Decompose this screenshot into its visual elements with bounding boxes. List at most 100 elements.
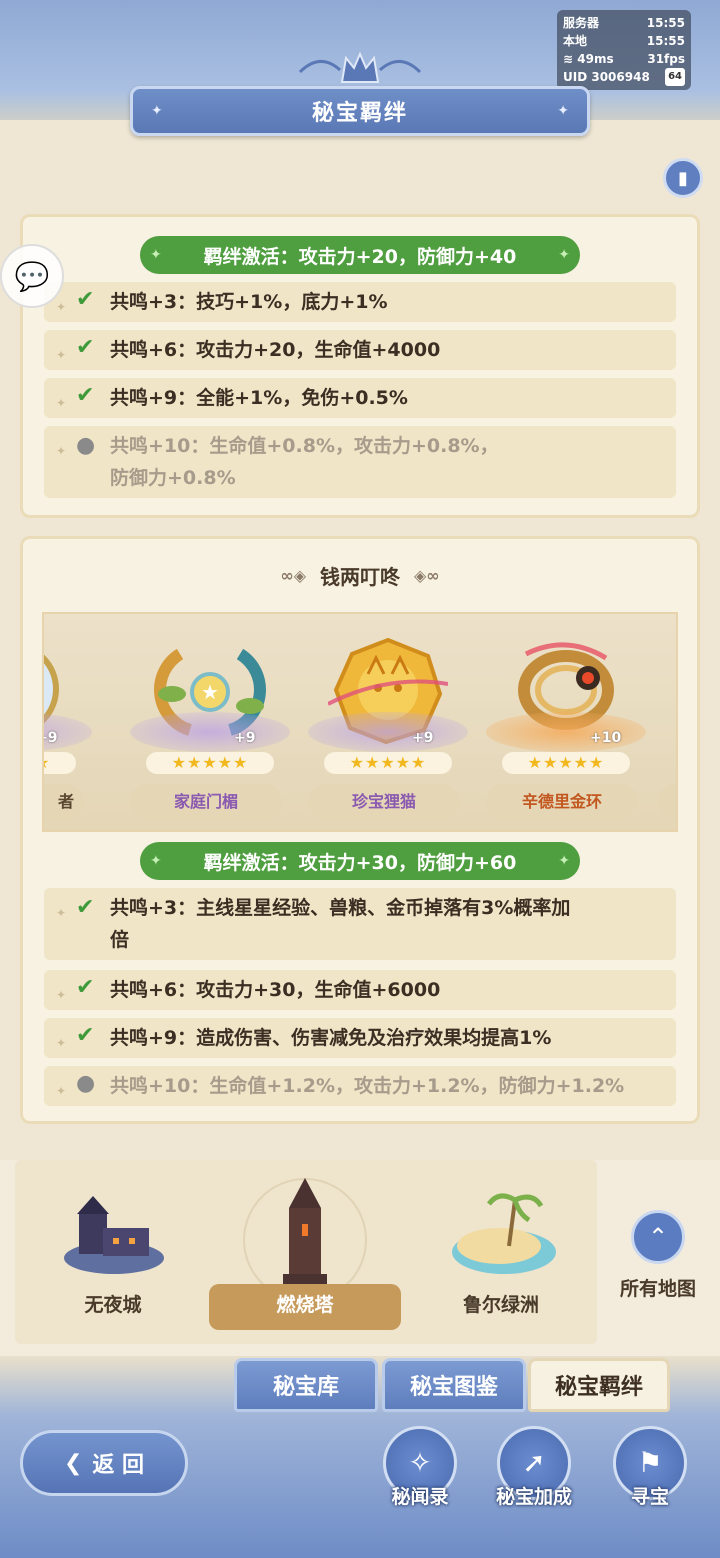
resonance-text: 共鸣+6：攻击力+30，生命值+6000 <box>110 979 441 1001</box>
chevron-up-icon: ⌃ <box>631 1210 685 1264</box>
treasure-card[interactable]: ★ +9 ★★★★★ 家庭门楣 <box>130 614 300 830</box>
book-icon-button[interactable]: ▮ <box>663 158 703 198</box>
ping-readout: ≋ 49ms <box>563 52 614 66</box>
status-overlay: 服务器 15:55 本地 15:55 ≋ 49ms 31fps UID 3006948… <box>557 10 691 90</box>
server-label: 服务器 <box>563 16 600 30</box>
checkmark-icon: ✔ <box>76 287 95 312</box>
lock-icon: ● <box>76 433 96 458</box>
treasure-bonus-button[interactable]: ➚ 秘宝加成 <box>494 1426 574 1536</box>
sparkle-icon: ✦ <box>56 988 67 1002</box>
sparkle-icon: ✦ <box>557 103 569 119</box>
server-time: 15:55 <box>646 16 685 30</box>
map-item-oasis[interactable]: 鲁尔绿洲 <box>411 1160 591 1344</box>
treasure-carousel[interactable]: +9 ★★★★★ 者 ★ +9 ★★★★★ 家庭门楣 <box>42 612 678 832</box>
sparkle-icon: ✦ <box>56 1084 67 1098</box>
burning-tower-icon <box>275 1178 335 1292</box>
treasure-name: 家庭门楣 <box>130 784 282 820</box>
resonance-text: 共鸣+9：造成伤害、伤害减免及治疗效果均提高1% <box>110 1027 552 1049</box>
treasure-name: 珍宝狸猫 <box>308 784 460 820</box>
resonance-row-locked: ✦ ● 共鸣+10：生命值+1.2%，攻击力+1.2%，防御力+1.2% <box>44 1066 676 1106</box>
sparkle-icon: ✦ <box>558 247 570 263</box>
sparkle-icon: ✦ <box>558 853 570 869</box>
all-maps-button[interactable]: ⌃ 所有地图 <box>606 1200 710 1310</box>
map-item-burning-tower[interactable]: 燃烧塔 <box>209 1160 401 1344</box>
star-rating: ★★★★★ <box>44 752 76 774</box>
rarity-glow <box>486 712 646 752</box>
resonance-text-cont: 倍 <box>110 929 130 951</box>
treasure-level: +9 <box>234 730 256 746</box>
sparkle-icon: ✦ <box>56 444 67 458</box>
set-title: ∞◈ 钱两叮咚 ◈∞ <box>230 560 490 590</box>
checkmark-icon: ✔ <box>76 335 95 360</box>
chat-bubble-button[interactable]: 💬 <box>0 244 64 308</box>
wifi-icon: ≋ <box>563 52 574 66</box>
bond-activation-text: 羁绊激活：攻击力+30，防御力+60 <box>203 851 517 874</box>
resonance-row: ✦ ✔ 共鸣+9：全能+1%，免伤+0.5% <box>44 378 676 418</box>
checkmark-icon: ✔ <box>76 1023 95 1048</box>
treasure-level: +10 <box>590 730 622 746</box>
treasure-name <box>658 784 676 820</box>
resonance-text: 共鸣+10：生命值+0.8%，攻击力+0.8%， <box>110 435 499 457</box>
all-maps-label: 所有地图 <box>619 1278 696 1300</box>
tab-treasure-codex[interactable]: 秘宝图鉴 <box>382 1358 526 1412</box>
sparkle-icon: ✦ <box>150 247 162 263</box>
treasure-name: 辛德里金环 <box>486 784 638 820</box>
map-name: 燃烧塔 <box>276 1294 334 1316</box>
treasure-card[interactable]: +9 ★★★★★ 者 <box>44 614 102 830</box>
title-banner: ✦ 秘宝羁绊 ✦ <box>130 86 590 136</box>
star-rating: ★★★★★ <box>146 752 274 774</box>
treasure-hunt-button[interactable]: ⚑ 寻宝 <box>610 1426 690 1536</box>
star-rating: ★★★★★ <box>502 752 630 774</box>
treasure-name: 者 <box>44 784 84 820</box>
local-label: 本地 <box>563 34 588 48</box>
map-name: 无夜城 <box>84 1294 142 1316</box>
tab-treasure-bond[interactable]: 秘宝羁绊 <box>528 1358 670 1412</box>
oasis-island-icon <box>449 1190 559 1284</box>
resonance-row-locked: ✦ ● 共鸣+10：生命值+0.8%，攻击力+0.8%， 防御力+0.8% <box>44 426 676 498</box>
ornament-icon: ∞◈ <box>280 565 306 585</box>
crest-ornament <box>290 42 430 88</box>
resonance-row: ✦ ✔ 共鸣+6：攻击力+20，生命值+4000 <box>44 330 676 370</box>
map-item-night-city[interactable]: 无夜城 <box>23 1160 203 1344</box>
bond-activation-bar: ✦ 羁绊激活：攻击力+30，防御力+60 ✦ <box>140 842 580 880</box>
star-rating: ★★★★★ <box>324 752 452 774</box>
resonance-text: 共鸣+3：主线星星经验、兽粮、金币掉落有3%概率加 <box>110 897 571 919</box>
treasure-bonus-label: 秘宝加成 <box>495 1486 572 1508</box>
ornament-icon: ◈∞ <box>414 565 440 585</box>
treasure-card-partial[interactable] <box>658 614 676 830</box>
treasure-level: +9 <box>44 730 58 746</box>
resonance-text: 共鸣+9：全能+1%，免伤+0.5% <box>110 387 408 409</box>
sparkle-icon: ✦ <box>56 1036 67 1050</box>
resonance-text-cont: 防御力+0.8% <box>110 467 236 489</box>
lock-icon: ● <box>76 1071 96 1096</box>
lore-record-button[interactable]: ✧ 秘闻录 <box>380 1426 460 1536</box>
sparkle-icon: ✦ <box>56 300 67 314</box>
resonance-text: 共鸣+10：生命值+1.2%，攻击力+1.2%，防御力+1.2% <box>110 1075 625 1097</box>
resonance-row: ✦ ✔ 共鸣+3：技巧+1%，底力+1% <box>44 282 676 322</box>
sparkle-icon: ✦ <box>151 103 163 119</box>
chat-icon: 💬 <box>14 259 50 293</box>
sparkle-icon: ✦ <box>150 853 162 869</box>
bond-activation-text: 羁绊激活：攻击力+20，防御力+40 <box>203 245 517 268</box>
checkmark-icon: ✔ <box>76 383 95 408</box>
map-selector: 无夜城 燃烧塔 鲁尔绿洲 <box>15 1160 597 1344</box>
back-button[interactable]: ❮ 返 回 <box>20 1430 188 1496</box>
svg-text:★: ★ <box>201 680 219 704</box>
treasure-card[interactable]: +10 ★★★★★ 辛德里金环 <box>486 614 656 830</box>
lore-record-label: 秘闻录 <box>391 1486 449 1508</box>
tab-treasure-vault[interactable]: 秘宝库 <box>234 1358 378 1412</box>
treasure-card[interactable]: +9 ★★★★★ 珍宝狸猫 <box>308 614 478 830</box>
local-time: 15:55 <box>646 34 685 48</box>
sparkle-icon: ✦ <box>56 348 67 362</box>
resonance-text: 共鸣+6：攻击力+20，生命值+4000 <box>110 339 441 361</box>
night-city-icon <box>59 1188 169 1282</box>
resonance-row: ✦ ✔ 共鸣+3：主线星星经验、兽粮、金币掉落有3%概率加 倍 <box>44 888 676 960</box>
rarity-glow <box>130 712 290 752</box>
map-name: 鲁尔绿洲 <box>462 1294 539 1316</box>
uid-readout: UID 3006948 <box>563 70 650 84</box>
resonance-text: 共鸣+3：技巧+1%，底力+1% <box>110 291 388 313</box>
battery-icon: 64 <box>665 68 685 86</box>
rarity-glow <box>308 712 468 752</box>
treasure-hunt-label: 寻宝 <box>630 1486 669 1508</box>
back-label: 返 回 <box>92 1453 145 1478</box>
